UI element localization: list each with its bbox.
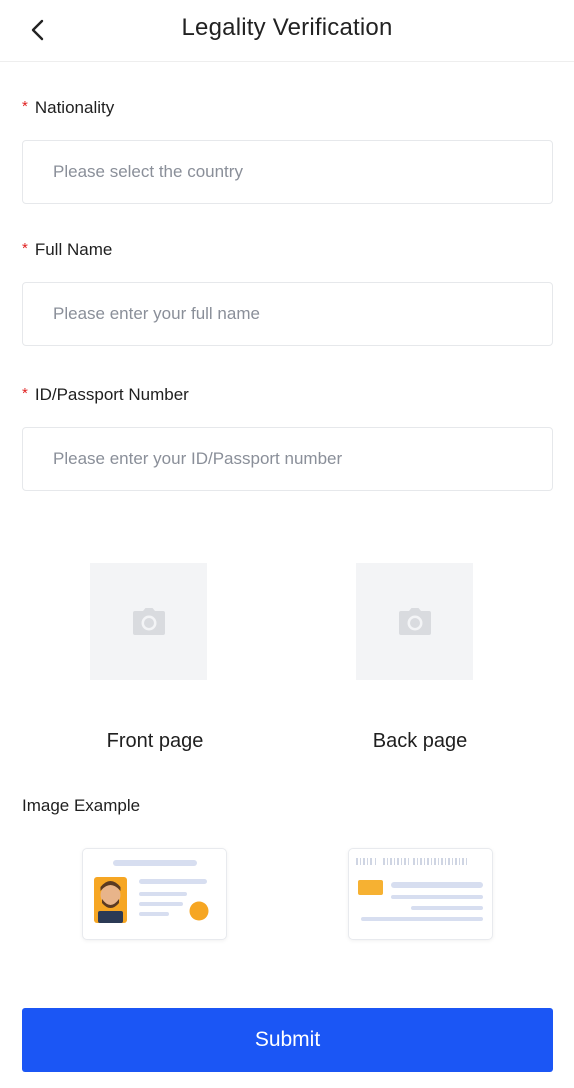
required-mark: * [22, 385, 28, 402]
nationality-label: * Nationality [22, 98, 114, 118]
header: Legality Verification [0, 0, 574, 62]
id-front-example-image [82, 848, 227, 940]
front-page-upload[interactable] [90, 563, 207, 680]
id-back-illustration [356, 858, 483, 921]
submit-button[interactable]: Submit [22, 1008, 553, 1072]
nationality-select[interactable] [22, 140, 553, 204]
id-back-example-image [348, 848, 493, 940]
id-number-label-text: ID/Passport Number [34, 385, 189, 404]
front-page-label: Front page [106, 730, 204, 752]
full-name-label-text: Full Name [34, 240, 113, 259]
required-mark: * [22, 98, 28, 115]
page-title: Legality Verification [181, 14, 393, 41]
id-front-illustration [94, 860, 209, 923]
full-name-input[interactable] [22, 282, 553, 346]
id-number-label: * ID/Passport Number [22, 385, 189, 405]
required-mark: * [22, 240, 28, 257]
full-name-label: * Full Name [22, 240, 112, 260]
camera-icon [398, 607, 431, 635]
id-number-input[interactable] [22, 427, 553, 491]
back-page-label: Back page [372, 730, 468, 752]
image-example-title: Image Example [22, 796, 141, 815]
nationality-label-text: Nationality [34, 98, 115, 117]
camera-icon [132, 607, 165, 635]
back-page-upload[interactable] [356, 563, 473, 680]
